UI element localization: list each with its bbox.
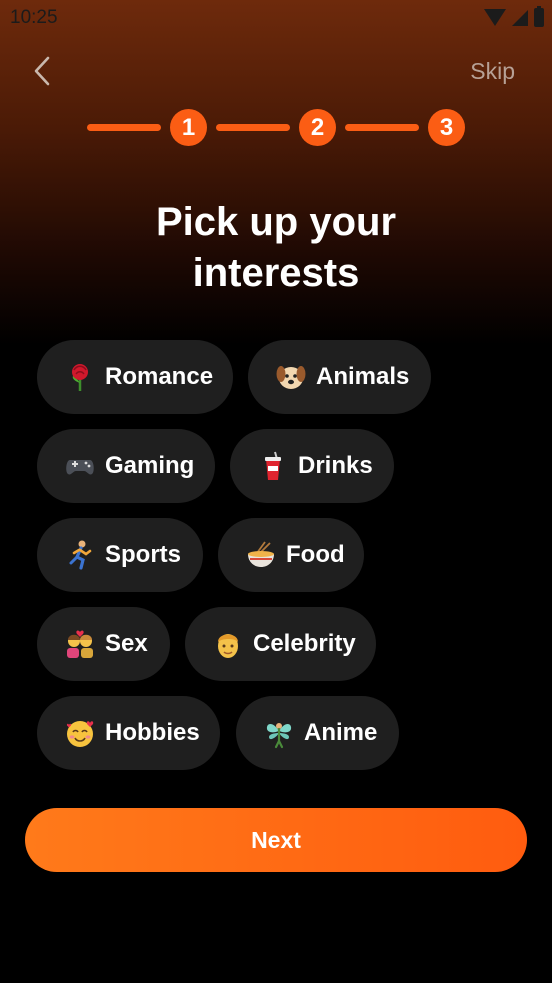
interest-chip-hobbies[interactable]: Hobbies xyxy=(37,696,220,770)
progress-stepper: 1 2 3 xyxy=(87,109,467,147)
back-button[interactable] xyxy=(28,54,58,88)
runner-icon xyxy=(63,538,97,572)
interest-chip-sports[interactable]: Sports xyxy=(37,518,203,592)
interest-label: Food xyxy=(286,541,345,568)
drink-cup-icon xyxy=(256,449,290,483)
interest-chip-food[interactable]: Food xyxy=(218,518,364,592)
interest-chip-anime[interactable]: Anime xyxy=(236,696,399,770)
interest-label: Drinks xyxy=(298,452,373,479)
battery-icon xyxy=(534,6,544,27)
interest-label: Gaming xyxy=(105,452,195,479)
interest-label: Anime xyxy=(304,719,378,746)
interest-label: Romance xyxy=(105,363,214,390)
dog-icon xyxy=(274,360,308,394)
couple-icon xyxy=(63,627,97,661)
wifi-icon xyxy=(484,9,506,26)
person-icon xyxy=(211,627,245,661)
page-title-line-1: Pick up your xyxy=(155,200,397,244)
page-title: Pick up your interests xyxy=(0,197,552,299)
interest-label: Sex xyxy=(105,630,148,657)
fairy-icon xyxy=(262,716,296,750)
interest-chip-drinks[interactable]: Drinks xyxy=(230,429,394,503)
interest-chip-gaming[interactable]: Gaming xyxy=(37,429,215,503)
step-line-1 xyxy=(87,124,161,131)
gamepad-icon xyxy=(63,449,97,483)
next-button[interactable]: Next xyxy=(25,808,527,872)
step-line-3 xyxy=(345,124,419,131)
interest-chip-animals[interactable]: Animals xyxy=(248,340,431,414)
status-time: 10:25 xyxy=(10,7,58,28)
rose-icon xyxy=(63,360,97,394)
step-circle-3: 3 xyxy=(428,109,465,146)
step-line-2 xyxy=(216,124,290,131)
signal-icon xyxy=(512,9,528,26)
interest-chip-celebrity[interactable]: Celebrity xyxy=(185,607,376,681)
smiling-hearts-icon xyxy=(63,716,97,750)
noodle-bowl-icon xyxy=(244,538,278,572)
step-circle-2: 2 xyxy=(299,109,336,146)
page-title-line-2: interests xyxy=(192,251,360,295)
status-icons xyxy=(484,6,544,27)
interest-label: Animals xyxy=(316,363,410,390)
status-bar: 10:25 xyxy=(0,0,552,38)
interest-chip-romance[interactable]: Romance xyxy=(37,340,233,414)
onboarding-screen: 10:25 Skip 1 2 3 Pick up your interests … xyxy=(0,0,552,983)
interest-label: Celebrity xyxy=(253,630,356,657)
interest-label: Sports xyxy=(105,541,182,568)
skip-button[interactable]: Skip xyxy=(470,58,515,85)
interest-label: Hobbies xyxy=(105,719,200,746)
chevron-left-icon xyxy=(34,56,50,86)
interest-chip-sex[interactable]: Sex xyxy=(37,607,170,681)
step-circle-1: 1 xyxy=(170,109,207,146)
